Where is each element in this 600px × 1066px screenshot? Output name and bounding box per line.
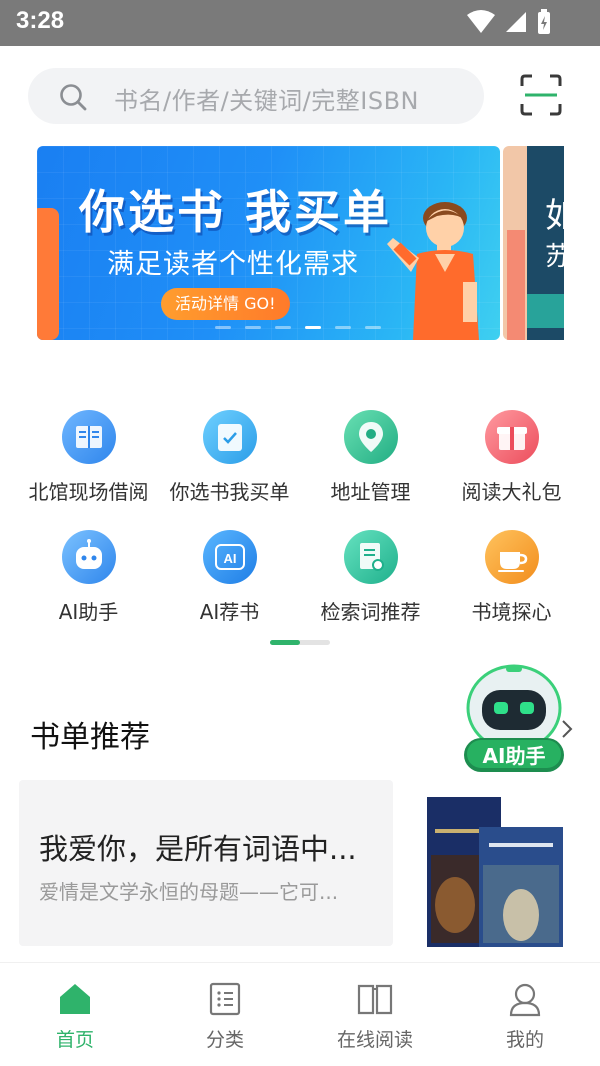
banner-figure-decoration [37,208,59,340]
battery-icon [538,9,550,34]
menu-item-label: 北馆现场借阅 [28,480,149,504]
banner-page-indicator [215,326,381,329]
menu-item-label: 地址管理 [330,480,411,504]
search-placeholder[interactable]: 书名/作者/关键词/完整ISBN [114,81,419,116]
menu-row: 北馆现场借阅 你选书我买单 地址管理 阅读大礼包 [18,410,582,530]
banner-dot [275,326,291,329]
menu-row: AI助手 AI AI荐书 检索词推荐 书境探心 [18,530,582,650]
ai-badge-label: AI助手 [482,744,546,768]
menu-item-label: 你选书我买单 [169,480,290,504]
status-time: 3:28 [16,7,65,34]
ai-assistant-floating-button[interactable]: AI助手 [460,660,568,776]
menu-page-indicator [270,640,330,645]
menu-item-onsite-borrow[interactable]: 北馆现场借阅 [18,410,159,530]
search-bar[interactable]: 书名/作者/关键词/完整ISBN [28,68,484,124]
banner-dot [335,326,351,329]
menu-item-label: 阅读大礼包 [461,480,562,504]
banner-dot [245,326,261,329]
wifi-icon [467,10,495,33]
robot-icon [61,530,116,584]
banner-dot [365,326,381,329]
document-search-icon [343,530,398,584]
open-book-icon [357,984,393,1015]
category-list-icon [209,982,241,1016]
menu-item-search-terms[interactable]: 检索词推荐 [300,530,441,650]
book-check-icon [202,410,257,464]
banner-cta-button[interactable]: 活动详情 GO! [161,288,290,320]
location-pin-icon [343,410,398,464]
book-list-card-title: 我爱你，是所有词语中... [39,832,357,866]
menu-item-label: 检索词推荐 [320,600,421,624]
banner2-decoration [507,230,525,340]
tab-label: 我的 [505,1029,544,1051]
search-icon [60,84,87,111]
menu-item-book-mood[interactable]: 书境探心 [441,530,582,650]
banner2-text: 如 [545,196,564,236]
status-icons [466,9,552,35]
scan-icon[interactable] [520,74,562,116]
gift-icon [484,410,539,464]
user-icon [509,983,541,1017]
banner-dot [215,326,231,329]
function-menu: 北馆现场借阅 你选书我买单 地址管理 阅读大礼包 AI助手 AI AI荐书 检索… [18,410,582,650]
menu-item-label: AI助手 [58,600,119,624]
tab-home[interactable]: 首页 [0,963,150,1066]
banner-title: 你选书 我买单 [79,185,393,239]
promo-banner[interactable]: 你选书 我买单 满足读者个性化需求 活动详情 GO! [37,146,500,340]
menu-item-choose-book[interactable]: 你选书我买单 [159,410,300,530]
boy-illustration [387,202,479,340]
coffee-cup-icon [484,530,539,584]
bottom-tab-bar: 首页 分类 在线阅读 我的 [0,962,600,1066]
banner-subtitle: 满足读者个性化需求 [107,249,359,280]
section-title-book-list: 书单推荐 [30,720,150,755]
tab-category[interactable]: 分类 [150,963,300,1066]
menu-item-label: AI荐书 [199,600,260,624]
tab-label: 首页 [55,1029,94,1051]
ai-badge-icon: AI [202,530,257,584]
next-banner-peek[interactable]: 如 苏 [503,146,564,340]
book-list-card[interactable]: 我爱你，是所有词语中... 爱情是文学永恒的母题——它可... [19,780,393,946]
tab-mine[interactable]: 我的 [450,963,600,1066]
banner-cta-label: 活动详情 GO! [175,294,276,313]
menu-page-indicator-active [270,640,300,645]
status-bar: 3:28 [0,0,600,46]
menu-item-ai-recommend[interactable]: AI AI荐书 [159,530,300,650]
banner2-text: 苏 [545,242,564,272]
book-stand-icon [61,410,116,464]
tab-label: 在线阅读 [336,1029,413,1051]
svg-text:AI: AI [223,551,236,566]
menu-item-label: 书境探心 [471,600,552,624]
menu-item-address[interactable]: 地址管理 [300,410,441,530]
book-covers-image[interactable] [425,795,570,955]
home-icon [60,984,90,1014]
book-list-card-description: 爱情是文学永恒的母题——它可... [39,880,339,904]
tab-online-reading[interactable]: 在线阅读 [300,963,450,1066]
tab-label: 分类 [205,1029,244,1051]
banner2-decoration [527,294,564,328]
signal-icon [506,12,526,32]
menu-item-gift[interactable]: 阅读大礼包 [441,410,582,530]
banner-dot-active [305,326,321,329]
menu-item-ai-assistant[interactable]: AI助手 [18,530,159,650]
